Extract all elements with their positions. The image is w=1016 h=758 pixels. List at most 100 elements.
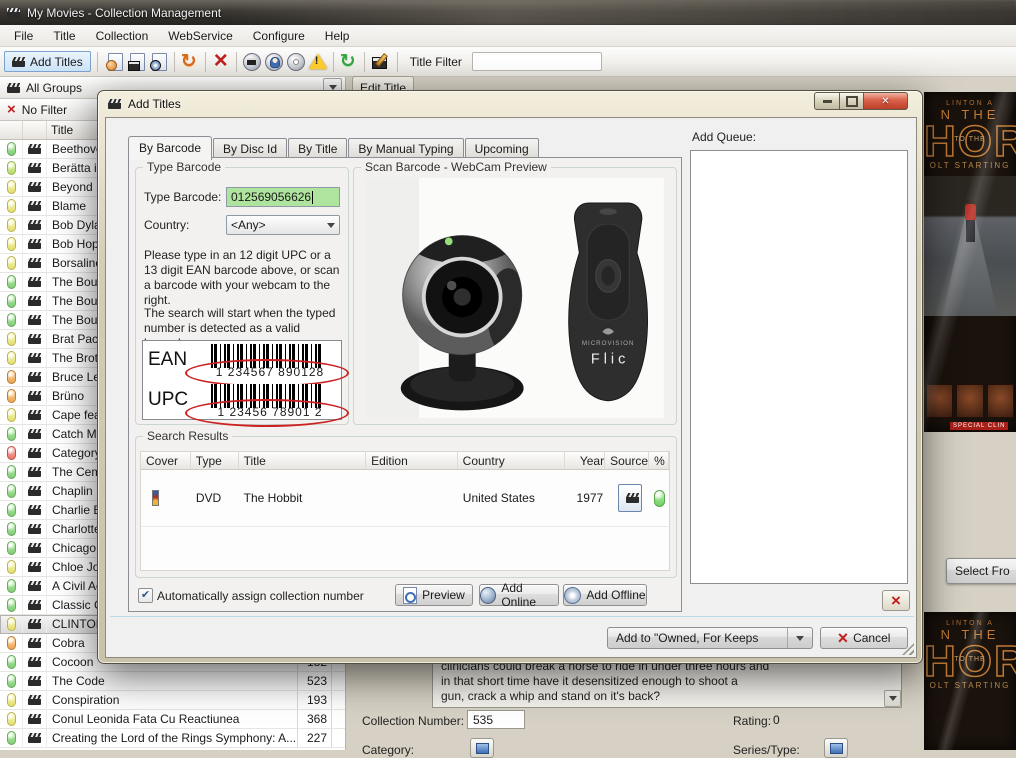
add-titles-label: Add Titles — [30, 54, 83, 69]
rating-field[interactable]: 0 — [767, 710, 825, 729]
column-header-country[interactable]: Country — [458, 452, 566, 469]
list-item[interactable]: The Code 523 — [0, 672, 345, 691]
list-item[interactable]: Creating the Lord of the Rings Symphony:… — [0, 729, 345, 748]
document-clapper-icon[interactable] — [126, 51, 148, 73]
disc-plain-icon[interactable] — [285, 51, 307, 73]
result-source-cell — [605, 484, 649, 512]
menu-file[interactable]: File — [4, 26, 43, 46]
results-header-row[interactable]: Cover Type Title Edition Country Year Source% — [141, 452, 669, 470]
menu-webservice[interactable]: WebService — [158, 26, 242, 46]
menu-help[interactable]: Help — [315, 26, 360, 46]
status-capsule-icon — [6, 579, 16, 593]
result-cover-cell — [141, 490, 191, 506]
sync-orange-icon[interactable] — [179, 50, 201, 73]
tab-by-disc-id[interactable]: By Disc Id — [213, 138, 288, 159]
title-column-header: Title — [51, 123, 74, 137]
add-offline-button[interactable]: Add Offline — [563, 584, 647, 606]
auto-assign-checkbox[interactable]: ✔ — [138, 588, 153, 603]
dvd-cover-front-image: LINTON A N THE HOR TO THE OLT STARTING S… — [924, 92, 1016, 432]
tab-by-title[interactable]: By Title — [288, 138, 348, 159]
edit-title-icon[interactable] — [369, 51, 391, 73]
webcam-and-scanner-image: MICROVISION F l i c — [366, 178, 664, 418]
collection-number-label: Collection Number: — [362, 714, 465, 728]
column-header-percent[interactable]: % — [649, 452, 669, 469]
minimize-button[interactable] — [814, 92, 840, 110]
menu-title[interactable]: Title — [43, 26, 85, 46]
disc-clapper-icon[interactable] — [241, 51, 263, 73]
cover-text: LINTON A — [946, 100, 994, 107]
country-combo[interactable]: <Any> — [226, 215, 340, 235]
select-from-label: Select Fro — [955, 564, 1010, 578]
add-online-button[interactable]: Add Online — [479, 581, 559, 609]
document-user-icon[interactable] — [104, 51, 126, 73]
add-offline-icon — [564, 586, 582, 604]
clapperboard-icon — [28, 220, 41, 230]
list-item[interactable]: Conspiration 193 — [0, 691, 345, 710]
add-titles-clapper-icon — [12, 56, 25, 67]
description-line: in that short time have it desensitized … — [441, 674, 738, 688]
cover-badge: SPECIAL CLIN — [950, 422, 1009, 430]
add-queue-list[interactable] — [690, 150, 908, 584]
dialog-title-bar[interactable]: Add Titles ✕ — [98, 91, 922, 116]
series-type-picker-button[interactable] — [824, 738, 848, 758]
list-item[interactable]: Conul Leonida Fata Cu Reactiunea 368 — [0, 710, 345, 729]
menu-configure[interactable]: Configure — [243, 26, 315, 46]
clapperboard-icon — [625, 493, 639, 503]
collection-number-value: 535 — [473, 712, 494, 727]
column-header-cover[interactable]: Cover — [141, 452, 191, 469]
preview-button[interactable]: Preview — [395, 584, 473, 606]
close-button[interactable]: ✕ — [864, 92, 908, 110]
icon-column-header — [23, 121, 47, 139]
add-online-icon — [480, 586, 497, 604]
status-capsule-icon — [6, 560, 16, 574]
tab-by-barcode[interactable]: By Barcode — [128, 136, 213, 160]
tab-upcoming[interactable]: Upcoming — [464, 138, 539, 159]
minimize-icon — [822, 99, 832, 103]
document-disc-icon[interactable] — [148, 51, 170, 73]
ean-label: EAN — [148, 349, 188, 370]
select-from-button[interactable]: Select Fro — [946, 558, 1016, 584]
column-header-year[interactable]: Year — [565, 452, 606, 469]
dialog-tabs: By Barcode By Disc Id By Title By Manual Ty… — [128, 136, 540, 160]
refresh-green-icon[interactable] — [338, 50, 360, 73]
clapperboard-icon — [28, 334, 41, 344]
status-capsule-icon — [6, 180, 16, 194]
status-capsule-icon — [6, 617, 16, 631]
clapperboard-icon — [28, 163, 41, 173]
column-header-source[interactable]: Source — [605, 452, 650, 469]
clapperboard-icon — [28, 201, 41, 211]
category-picker-button[interactable] — [470, 738, 494, 758]
toolbar-separator — [96, 51, 98, 72]
menu-collection[interactable]: Collection — [86, 26, 159, 46]
status-capsule-icon — [6, 427, 16, 441]
collection-number-field[interactable]: 535 — [467, 710, 525, 729]
title-filter-value: No Filter — [21, 102, 68, 117]
source-program-icon[interactable] — [617, 484, 642, 512]
country-label: Country: — [144, 218, 190, 232]
column-header-type[interactable]: Type — [191, 452, 239, 469]
scroll-down-arrow[interactable] — [884, 690, 901, 707]
warning-icon[interactable] — [307, 51, 329, 73]
delete-red-x-icon[interactable] — [210, 47, 232, 75]
tab-by-manual-typing[interactable]: By Manual Typing — [348, 138, 464, 159]
result-row[interactable]: DVD The Hobbit United States 1977 — [141, 470, 669, 527]
footer-separator — [110, 616, 914, 617]
toolbar-separator — [363, 51, 365, 72]
cancel-button[interactable]: × Cancel — [820, 627, 908, 649]
barcode-input[interactable]: 012569056626 — [226, 187, 340, 207]
barcode-value: 012569056626 — [231, 190, 312, 204]
status-capsule-icon — [6, 522, 16, 536]
add-to-collection-dropdown[interactable]: Add to "Owned, For Keeps — [607, 627, 813, 649]
disc-user-icon[interactable] — [263, 51, 285, 73]
column-header-title[interactable]: Title — [239, 452, 367, 469]
clapperboard-icon — [28, 676, 41, 686]
column-header-edition[interactable]: Edition — [366, 452, 458, 469]
clapperboard-icon — [28, 733, 41, 743]
chevron-down-icon[interactable] — [787, 628, 812, 648]
remove-from-queue-button[interactable]: × — [882, 590, 910, 611]
movie-title: Conul Leonida Fata Cu Reactiunea — [47, 710, 298, 728]
preview-icon — [403, 586, 418, 604]
maximize-button[interactable] — [840, 92, 864, 110]
title-filter-input[interactable] — [471, 52, 602, 71]
add-titles-button[interactable]: Add Titles — [4, 51, 91, 72]
